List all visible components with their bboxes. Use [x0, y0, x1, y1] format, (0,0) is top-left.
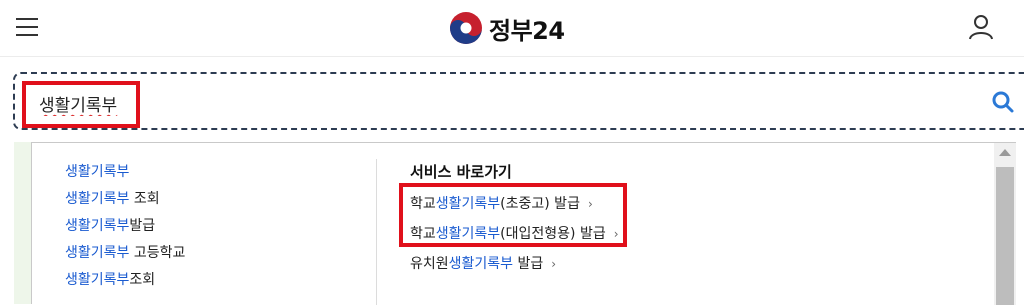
- shortcut-suffix: 발급: [513, 256, 544, 272]
- site-name: 정부24: [489, 16, 565, 45]
- suggestion-item[interactable]: 생활기록부발급: [65, 213, 185, 240]
- suggestion-list: 생활기록부 생활기록부 조회 생활기록부발급 생활기록부 고등학교 생활기록부조…: [65, 159, 185, 294]
- chevron-right-icon: ›: [587, 197, 593, 211]
- background-strip: [14, 142, 32, 304]
- chevron-right-icon: ›: [613, 227, 619, 241]
- suggestion-keyword: 생활기록부: [65, 218, 130, 234]
- suggestion-suffix: 발급: [129, 218, 156, 234]
- suggestion-keyword: 생활기록부: [65, 245, 130, 261]
- shortcuts-heading: 서비스 바로가기: [410, 163, 512, 181]
- shortcut-keyword: 생활기록부: [448, 256, 514, 272]
- suggestion-keyword: 생활기록부: [65, 272, 130, 288]
- shortcut-keyword: 생활기록부: [435, 226, 501, 242]
- shortcut-prefix: 유치원: [410, 256, 449, 272]
- hamburger-menu-icon[interactable]: [12, 12, 42, 42]
- autocomplete-panel: 생활기록부 생활기록부 조회 생활기록부발급 생활기록부 고등학교 생활기록부조…: [31, 142, 1016, 305]
- site-logo[interactable]: 정부24: [449, 8, 565, 48]
- suggestion-item[interactable]: 생활기록부 조회: [65, 186, 185, 213]
- suggestion-item[interactable]: 생활기록부 고등학교: [65, 240, 185, 267]
- suggestion-item[interactable]: 생활기록부: [65, 159, 185, 186]
- shortcut-item[interactable]: 유치원생활기록부 발급 ›: [410, 249, 619, 279]
- top-header: 정부24: [0, 0, 1024, 57]
- scrollbar-thumb[interactable]: [996, 167, 1014, 305]
- shortcut-item[interactable]: 학교생활기록부(대입전형용) 발급 ›: [410, 219, 619, 249]
- suggestion-keyword: 생활기록부: [65, 164, 130, 180]
- column-divider: [376, 159, 377, 305]
- chevron-right-icon: ›: [551, 257, 557, 271]
- scroll-up-arrow-icon[interactable]: [999, 149, 1011, 156]
- shortcut-list: 학교생활기록부(초중고) 발급 › 학교생활기록부(대입전형용) 발급 › 유치원생…: [410, 189, 619, 279]
- suggestion-keyword: 생활기록부: [65, 191, 130, 207]
- suggestion-suffix: 고등학교: [129, 245, 186, 261]
- scrollbar[interactable]: [994, 143, 1016, 305]
- suggestion-suffix: 조회: [129, 272, 156, 288]
- shortcut-item[interactable]: 학교생활기록부(초중고) 발급 ›: [410, 189, 619, 219]
- shortcut-prefix: 학교: [410, 226, 436, 242]
- user-icon[interactable]: [964, 10, 998, 44]
- suggestion-suffix: 조회: [129, 191, 160, 207]
- suggestion-item[interactable]: 생활기록부조회: [65, 267, 185, 294]
- search-icon[interactable]: [991, 90, 1015, 114]
- taegeuk-emblem-icon: [450, 12, 482, 44]
- shortcut-suffix: (초중고) 발급: [500, 196, 580, 212]
- shortcut-keyword: 생활기록부: [435, 196, 501, 212]
- search-box[interactable]: [13, 72, 1024, 130]
- shortcut-suffix: (대입전형용) 발급: [500, 226, 606, 242]
- search-input[interactable]: [37, 88, 941, 118]
- shortcut-prefix: 학교: [410, 196, 436, 212]
